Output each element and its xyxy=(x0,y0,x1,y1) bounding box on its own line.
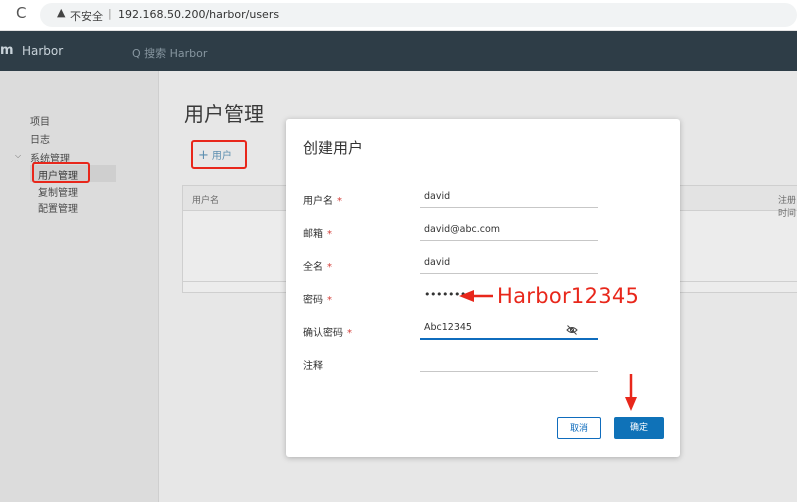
confirm-arrow-head xyxy=(625,397,637,411)
password-hint-annotation: Harbor12345 xyxy=(497,284,640,308)
password-hint-arrow-head xyxy=(459,290,474,302)
annotation-arrows xyxy=(459,290,637,411)
